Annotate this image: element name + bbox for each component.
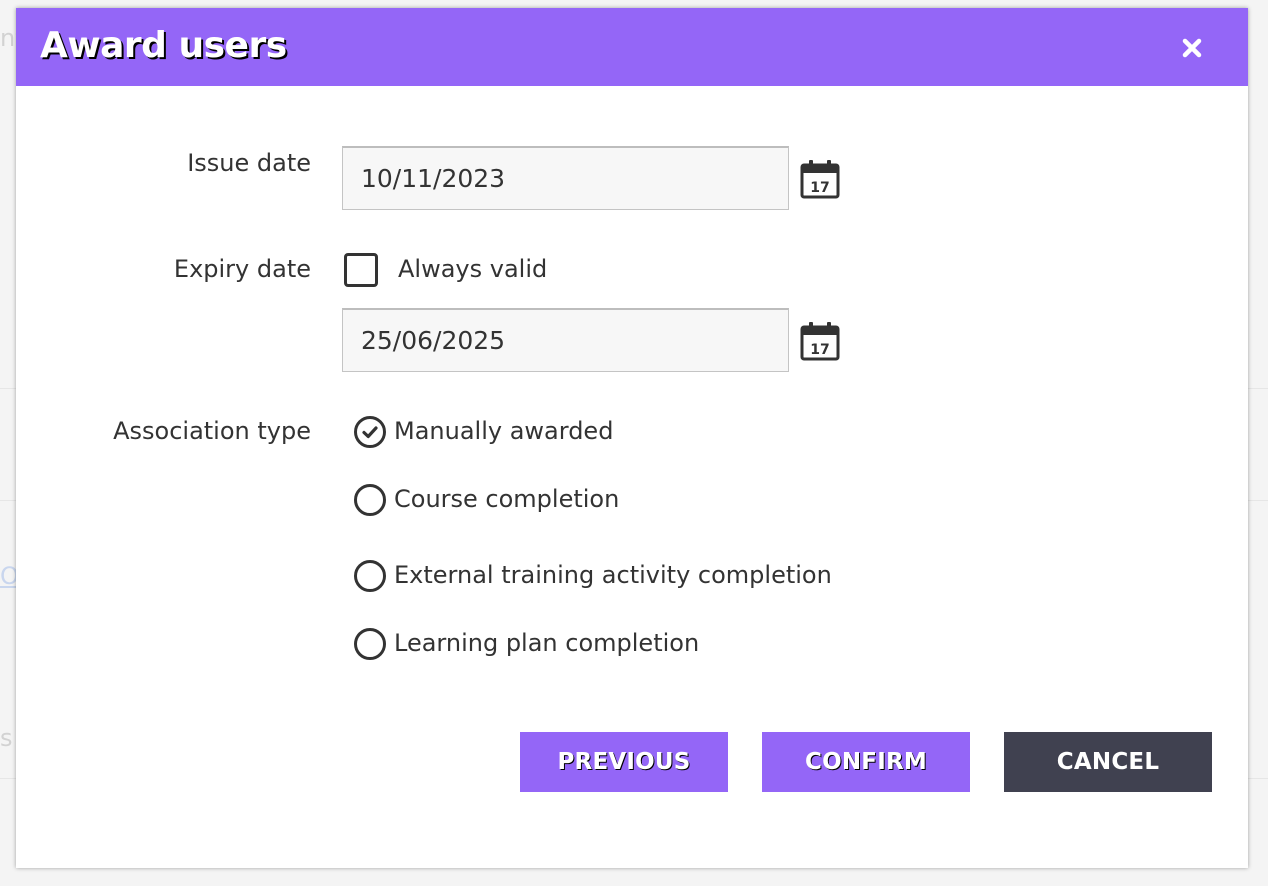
issue-date-label: Issue date bbox=[187, 149, 311, 177]
radio-checked-icon bbox=[354, 416, 386, 448]
radio-label: Course completion bbox=[394, 485, 620, 513]
expiry-date-label: Expiry date bbox=[173, 255, 311, 283]
always-valid-label[interactable]: Always valid bbox=[398, 254, 547, 284]
previous-button[interactable]: PREVIOUS bbox=[520, 732, 728, 792]
close-icon[interactable] bbox=[1176, 32, 1208, 64]
issue-date-input[interactable] bbox=[342, 146, 789, 210]
calendar-icon[interactable]: 17 bbox=[798, 157, 842, 201]
confirm-button[interactable]: CONFIRM bbox=[762, 732, 970, 792]
dialog-header: Award users bbox=[16, 8, 1248, 86]
cancel-button[interactable]: CANCEL bbox=[1004, 732, 1212, 792]
radio-unchecked-icon bbox=[354, 484, 386, 516]
svg-text:17: 17 bbox=[810, 342, 829, 358]
svg-text:17: 17 bbox=[810, 180, 829, 196]
award-users-dialog: Award users Issue date 17 Expiry date Al… bbox=[16, 8, 1248, 868]
calendar-icon[interactable]: 17 bbox=[798, 319, 842, 363]
radio-label: External training activity completion bbox=[394, 561, 832, 589]
association-type-label: Association type bbox=[113, 417, 311, 445]
background-text-fragment: s bbox=[0, 724, 13, 752]
radio-unchecked-icon bbox=[354, 628, 386, 660]
radio-label: Manually awarded bbox=[394, 417, 614, 445]
always-valid-checkbox[interactable] bbox=[344, 253, 378, 287]
dialog-title: Award users bbox=[40, 25, 287, 66]
radio-label: Learning plan completion bbox=[394, 629, 700, 657]
expiry-date-input[interactable] bbox=[342, 308, 789, 372]
radio-unchecked-icon bbox=[354, 560, 386, 592]
